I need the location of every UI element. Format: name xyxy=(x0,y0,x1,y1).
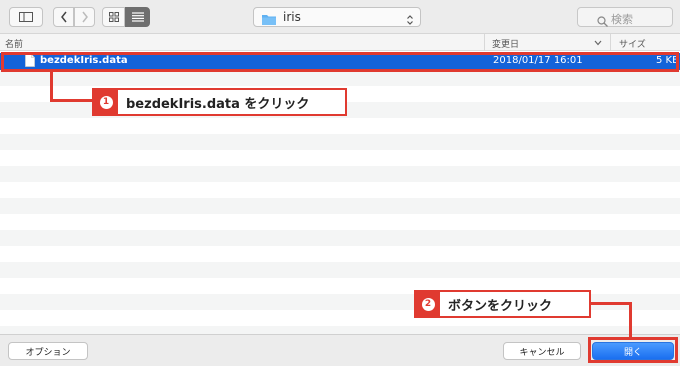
sidebar-icon xyxy=(19,12,33,22)
list-view-button[interactable] xyxy=(125,7,150,27)
chevron-left-icon xyxy=(60,11,68,23)
icon-view-button[interactable] xyxy=(102,7,125,27)
search-field[interactable]: 検索 xyxy=(577,7,673,27)
file-size: 5 KB xyxy=(656,55,679,66)
grid-icon xyxy=(108,12,119,22)
forward-button[interactable] xyxy=(74,7,95,27)
chevron-updown-icon xyxy=(406,11,414,30)
list-icon xyxy=(131,12,144,22)
empty-row xyxy=(0,102,680,118)
column-divider[interactable] xyxy=(610,34,611,51)
options-button[interactable]: オプション xyxy=(8,342,88,360)
file-row-selected[interactable]: bezdekIris.data 2018/01/17 16:01 5 KB xyxy=(0,53,680,70)
file-name: bezdekIris.data xyxy=(40,55,128,66)
search-icon xyxy=(597,12,608,31)
empty-row xyxy=(0,262,680,278)
empty-row xyxy=(0,294,680,310)
sidebar-toggle-button[interactable] xyxy=(9,7,43,27)
chevron-right-icon xyxy=(81,11,89,23)
dialog-footer: オプション キャンセル 開く xyxy=(0,334,680,366)
file-list: 名前 変更日 サイズ bezdekIris.data 2018/01/17 16… xyxy=(0,34,680,334)
empty-row xyxy=(0,198,680,214)
search-placeholder: 検索 xyxy=(611,13,633,26)
back-button[interactable] xyxy=(53,7,74,27)
cancel-button[interactable]: キャンセル xyxy=(503,342,581,360)
file-rows: bezdekIris.data 2018/01/17 16:01 5 KB xyxy=(0,51,680,334)
toolbar: iris 検索 xyxy=(0,0,680,34)
folder-path-popup[interactable]: iris xyxy=(253,7,421,27)
empty-row xyxy=(0,230,680,246)
column-date[interactable]: 変更日 xyxy=(492,37,519,50)
empty-row xyxy=(0,70,680,86)
column-name[interactable]: 名前 xyxy=(5,37,23,50)
folder-name: iris xyxy=(283,10,301,24)
column-size[interactable]: サイズ xyxy=(619,37,646,50)
open-button[interactable]: 開く xyxy=(592,342,674,360)
folder-icon xyxy=(261,11,277,30)
column-header: 名前 変更日 サイズ xyxy=(0,34,680,51)
document-icon xyxy=(25,54,35,70)
empty-row xyxy=(0,166,680,182)
chevron-down-icon xyxy=(594,39,602,49)
column-divider[interactable] xyxy=(484,34,485,51)
file-date: 2018/01/17 16:01 xyxy=(493,55,583,66)
empty-row xyxy=(0,326,680,334)
empty-row xyxy=(0,134,680,150)
